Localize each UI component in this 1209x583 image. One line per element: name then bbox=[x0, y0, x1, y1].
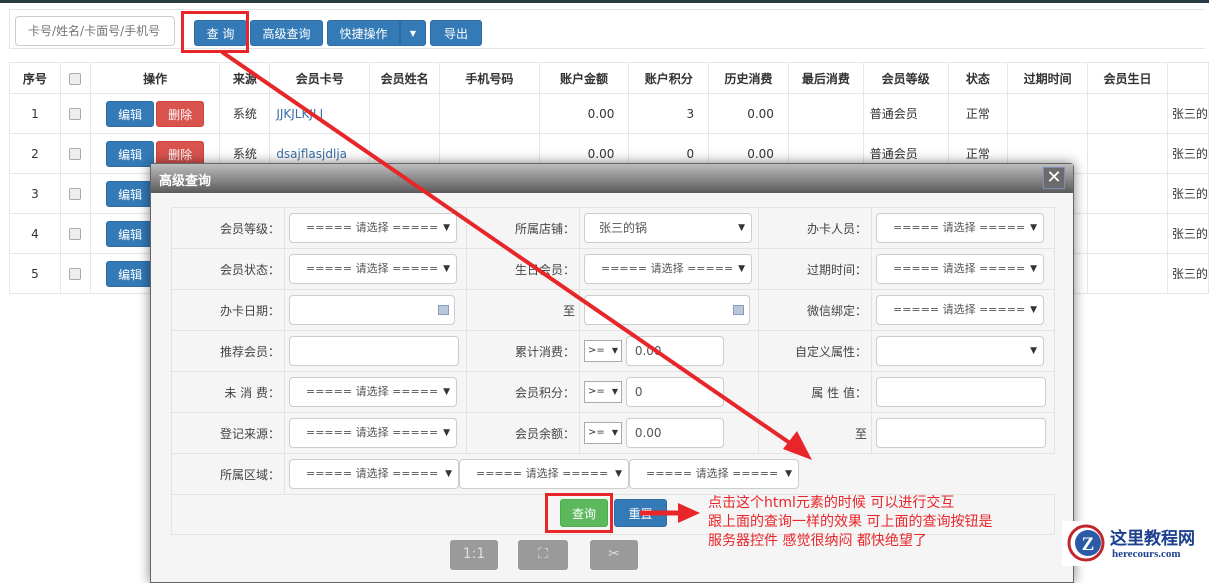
annotation-arrow-line bbox=[220, 50, 802, 452]
annotation-arrows bbox=[220, 50, 812, 523]
annotation-line: 服务器控件 感觉很纳闷 都快绝望了 bbox=[708, 533, 927, 549]
annotation-arrowhead bbox=[783, 431, 812, 460]
annotation-line: 跟上面的查询一样的效果 可上面的查询按钮是 bbox=[708, 514, 993, 530]
watermark-url: herecours.com bbox=[1112, 548, 1181, 560]
watermark-name: 这里教程网 bbox=[1110, 529, 1195, 548]
annotation-text: 点击这个html元素的时候 可以进行交互 跟上面的查询一样的效果 可上面的查询按… bbox=[708, 494, 992, 551]
annotation-line: 点击这个html元素的时候 可以进行交互 bbox=[708, 495, 955, 511]
annotation-arrowhead bbox=[678, 503, 700, 523]
watermark-logo: Z 这里教程网 herecours.com bbox=[1062, 521, 1209, 566]
svg-text:Z: Z bbox=[1082, 534, 1095, 555]
watermark-z-icon: Z bbox=[1067, 524, 1105, 562]
